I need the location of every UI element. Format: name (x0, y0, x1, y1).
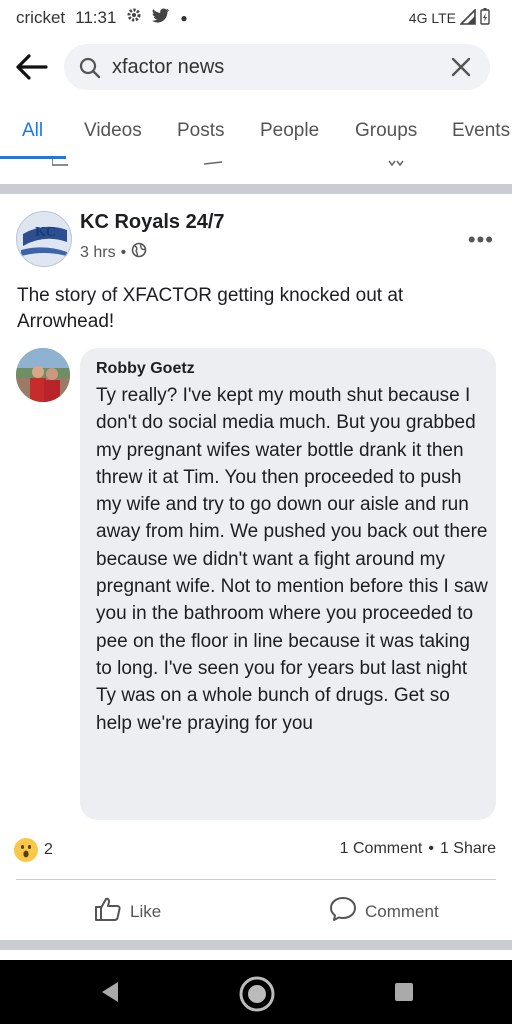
settings-icon (126, 7, 142, 28)
search-icon (78, 56, 102, 85)
post-meta: 3 hrs • (80, 242, 147, 263)
page-avatar[interactable]: KC (16, 211, 72, 267)
clock: 11:31 (75, 7, 117, 27)
square-recents-icon (395, 983, 413, 1001)
status-bar: cricket 11:31 ● 4G LTE (0, 0, 512, 34)
nav-back-button[interactable] (94, 974, 130, 1010)
tab-groups[interactable]: Groups (355, 120, 417, 142)
search-header: xfactor news (0, 40, 512, 96)
section-divider (0, 940, 512, 950)
close-icon (451, 57, 471, 77)
comment-text: Ty really? I've kept my mouth shut becau… (96, 385, 488, 734)
share-count[interactable]: 1 Share (440, 840, 496, 858)
page-name[interactable]: KC Royals 24/7 (80, 211, 225, 234)
tab-posts[interactable]: Posts (177, 120, 225, 142)
search-tabs: All Videos Posts People Groups Events (0, 110, 512, 166)
more-options-button[interactable]: ••• (468, 227, 494, 253)
nav-home-button[interactable] (237, 974, 275, 1012)
thumbs-up-icon (94, 896, 122, 927)
network-label: 4G LTE (408, 10, 456, 26)
divider (16, 879, 496, 880)
comment-author[interactable]: Robby Goetz (96, 360, 195, 378)
like-button[interactable]: Like (94, 896, 161, 927)
tab-icon-fragment (388, 160, 404, 166)
comment-bubble: Robby Goetz Ty really? I've kept my mout… (80, 348, 496, 820)
tab-icon-fragment (52, 159, 68, 166)
battery-icon (480, 8, 490, 28)
count-separator: • (428, 840, 434, 857)
back-button[interactable] (14, 52, 50, 82)
comment-label: Comment (365, 901, 439, 921)
reaction-summary[interactable]: 2 (14, 838, 53, 862)
post-header: KC KC Royals 24/7 3 hrs • ••• (0, 205, 512, 275)
wow-icon (14, 838, 38, 862)
post-time: 3 hrs (80, 243, 116, 261)
back-arrow-icon (16, 54, 48, 80)
tab-icon-fragment (204, 161, 223, 165)
triangle-back-icon (102, 982, 118, 1002)
nav-recents-button[interactable] (386, 974, 422, 1010)
tab-people[interactable]: People (260, 120, 319, 142)
signal-icon (459, 7, 476, 28)
carrier-label: cricket (16, 7, 66, 27)
section-divider (0, 184, 512, 194)
like-label: Like (130, 901, 162, 921)
search-query: xfactor news (112, 56, 225, 78)
system-nav-bar (0, 960, 512, 1024)
tab-videos[interactable]: Videos (84, 120, 142, 142)
clear-search-button[interactable] (450, 56, 472, 78)
tab-events[interactable]: Events (452, 120, 510, 142)
commenter-photo (16, 348, 70, 402)
avatar[interactable] (16, 348, 70, 402)
tab-all[interactable]: All (22, 120, 43, 142)
post-actions: Like Comment (0, 882, 512, 938)
meta-separator: • (120, 243, 127, 261)
comment-bubble-icon (329, 896, 357, 927)
globe-icon (131, 242, 147, 263)
post-text: The story of XFACTOR getting knocked out… (17, 285, 404, 332)
twitter-icon (152, 8, 170, 28)
svg-text:KC: KC (35, 225, 56, 240)
notification-dot-icon: ● (180, 10, 188, 25)
comment-button[interactable]: Comment (329, 896, 439, 927)
engagement-counts: 1 Comment • 1 Share (340, 840, 496, 858)
search-input[interactable]: xfactor news (64, 44, 490, 90)
reaction-count: 2 (44, 841, 53, 858)
kc-logo-icon: KC (17, 212, 71, 266)
comment-count[interactable]: 1 Comment (340, 840, 423, 858)
home-circle-icon (239, 976, 275, 1012)
